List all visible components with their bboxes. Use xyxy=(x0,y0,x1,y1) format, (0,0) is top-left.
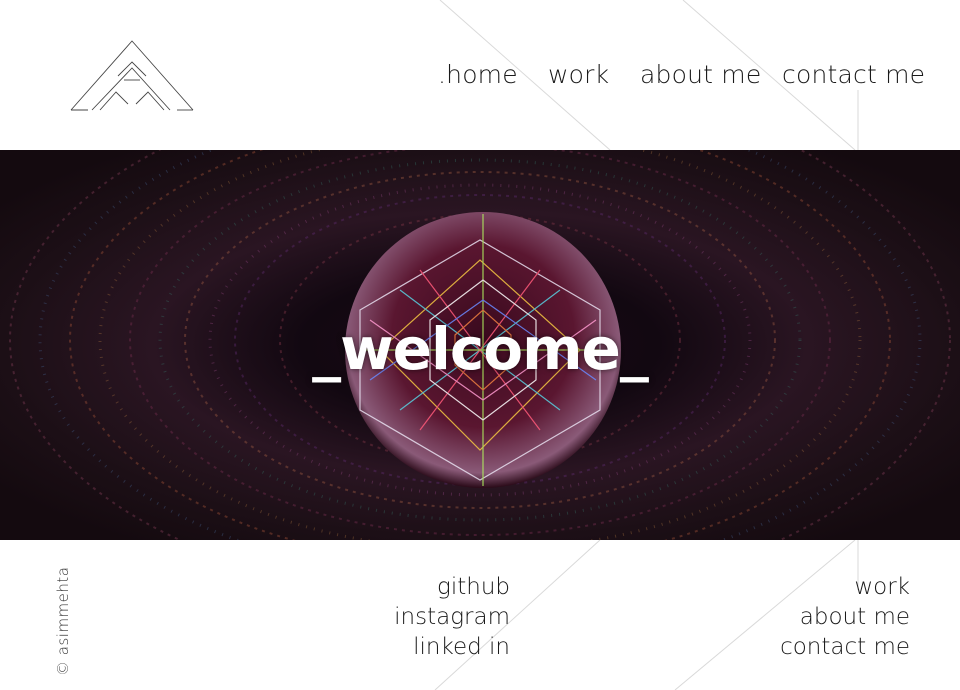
social-links: github instagram linked in xyxy=(340,572,510,662)
nav-about-me[interactable]: about me xyxy=(640,60,761,89)
main-nav: .home work about me contact me xyxy=(0,60,960,96)
hero-title: _welcome_ xyxy=(312,315,649,383)
footer-nav-work[interactable]: work xyxy=(700,572,910,602)
nav-home[interactable]: .home xyxy=(438,60,518,89)
footer-nav-contact-me[interactable]: contact me xyxy=(700,632,910,662)
nav-contact-me[interactable]: contact me xyxy=(782,60,925,89)
hero-banner: _welcome_ xyxy=(0,150,960,540)
instagram-link[interactable]: instagram xyxy=(340,602,510,632)
github-link[interactable]: github xyxy=(340,572,510,602)
linkedin-link[interactable]: linked in xyxy=(340,632,510,662)
footer-nav-about-me[interactable]: about me xyxy=(700,602,910,632)
footer-nav: work about me contact me xyxy=(700,572,910,662)
copyright-text: © asimmehta xyxy=(54,566,72,676)
nav-work[interactable]: work xyxy=(548,60,609,89)
